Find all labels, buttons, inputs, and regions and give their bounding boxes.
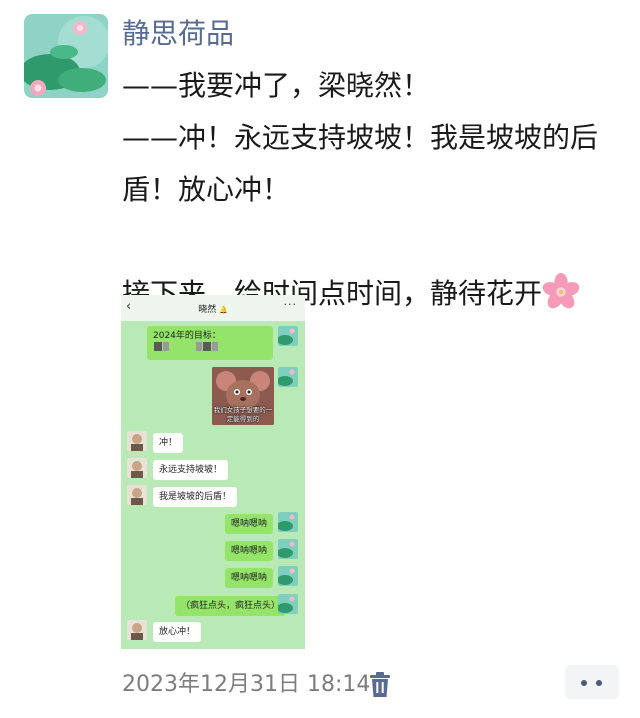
contact-avatar (127, 485, 147, 505)
chat-bubble-me: 嗯呐嗯呐 (225, 568, 274, 588)
more-button[interactable] (565, 665, 619, 699)
contact-avatar (127, 431, 147, 451)
mute-bell-icon: 🔔 (219, 306, 228, 314)
my-avatar (278, 512, 298, 532)
chat-bubble-them: 冲！ (153, 433, 184, 453)
more-dots-icon: ··· (283, 298, 297, 311)
chat-bubble-me: 嗯呐嗯呐 (225, 541, 274, 561)
post-text: ——我要冲了，梁晓然！ ——冲！永远支持坡坡！我是坡坡的后盾！放心冲！ 接下来，… (122, 69, 599, 310)
author-name[interactable]: 静思荷品 (122, 14, 234, 54)
contact-avatar (127, 458, 147, 478)
trash-icon[interactable] (369, 672, 391, 698)
chat-bubble-them: 我是坡坡的后盾！ (153, 487, 238, 507)
post-body: ——我要冲了，梁晓然！ ——冲！永远支持坡坡！我是坡坡的后盾！放心冲！ 接下来，… (122, 60, 622, 320)
chat-bubble-them: 放心冲！ (153, 622, 202, 642)
chat-bubble-me: （疯狂点头，疯狂点头） (175, 596, 287, 616)
my-avatar (278, 367, 298, 387)
redacted-block (154, 342, 162, 351)
my-avatar (278, 326, 298, 346)
chat-bubble-them: 永远支持坡坡！ (153, 460, 229, 480)
contact-avatar (127, 620, 147, 640)
chat-bubble-me: 2024年的目标： (147, 326, 273, 360)
chat-bubble-me: 嗯呐嗯呐 (225, 514, 274, 534)
sticker-image: 我们女孩子想要的一定能得到的 (212, 367, 274, 425)
attached-chat-screenshot[interactable]: ‹ 晓然 🔔 ··· 2024年的目标： 我们女孩子想要的一定能得到的 冲！ 永… (121, 295, 305, 649)
cherry-blossom-emoji (542, 273, 580, 309)
chat-title: 晓然 🔔 (198, 305, 228, 315)
author-avatar[interactable] (24, 14, 108, 98)
more-dots-icon (581, 680, 587, 686)
my-avatar (278, 594, 298, 614)
my-avatar (278, 539, 298, 559)
sticker-caption: 我们女孩子想要的一定能得到的 (213, 406, 273, 423)
chat-header: ‹ 晓然 🔔 ··· (121, 295, 305, 321)
post-timestamp: 2023年12月31日 18:14 (122, 672, 371, 697)
my-avatar (278, 566, 298, 586)
